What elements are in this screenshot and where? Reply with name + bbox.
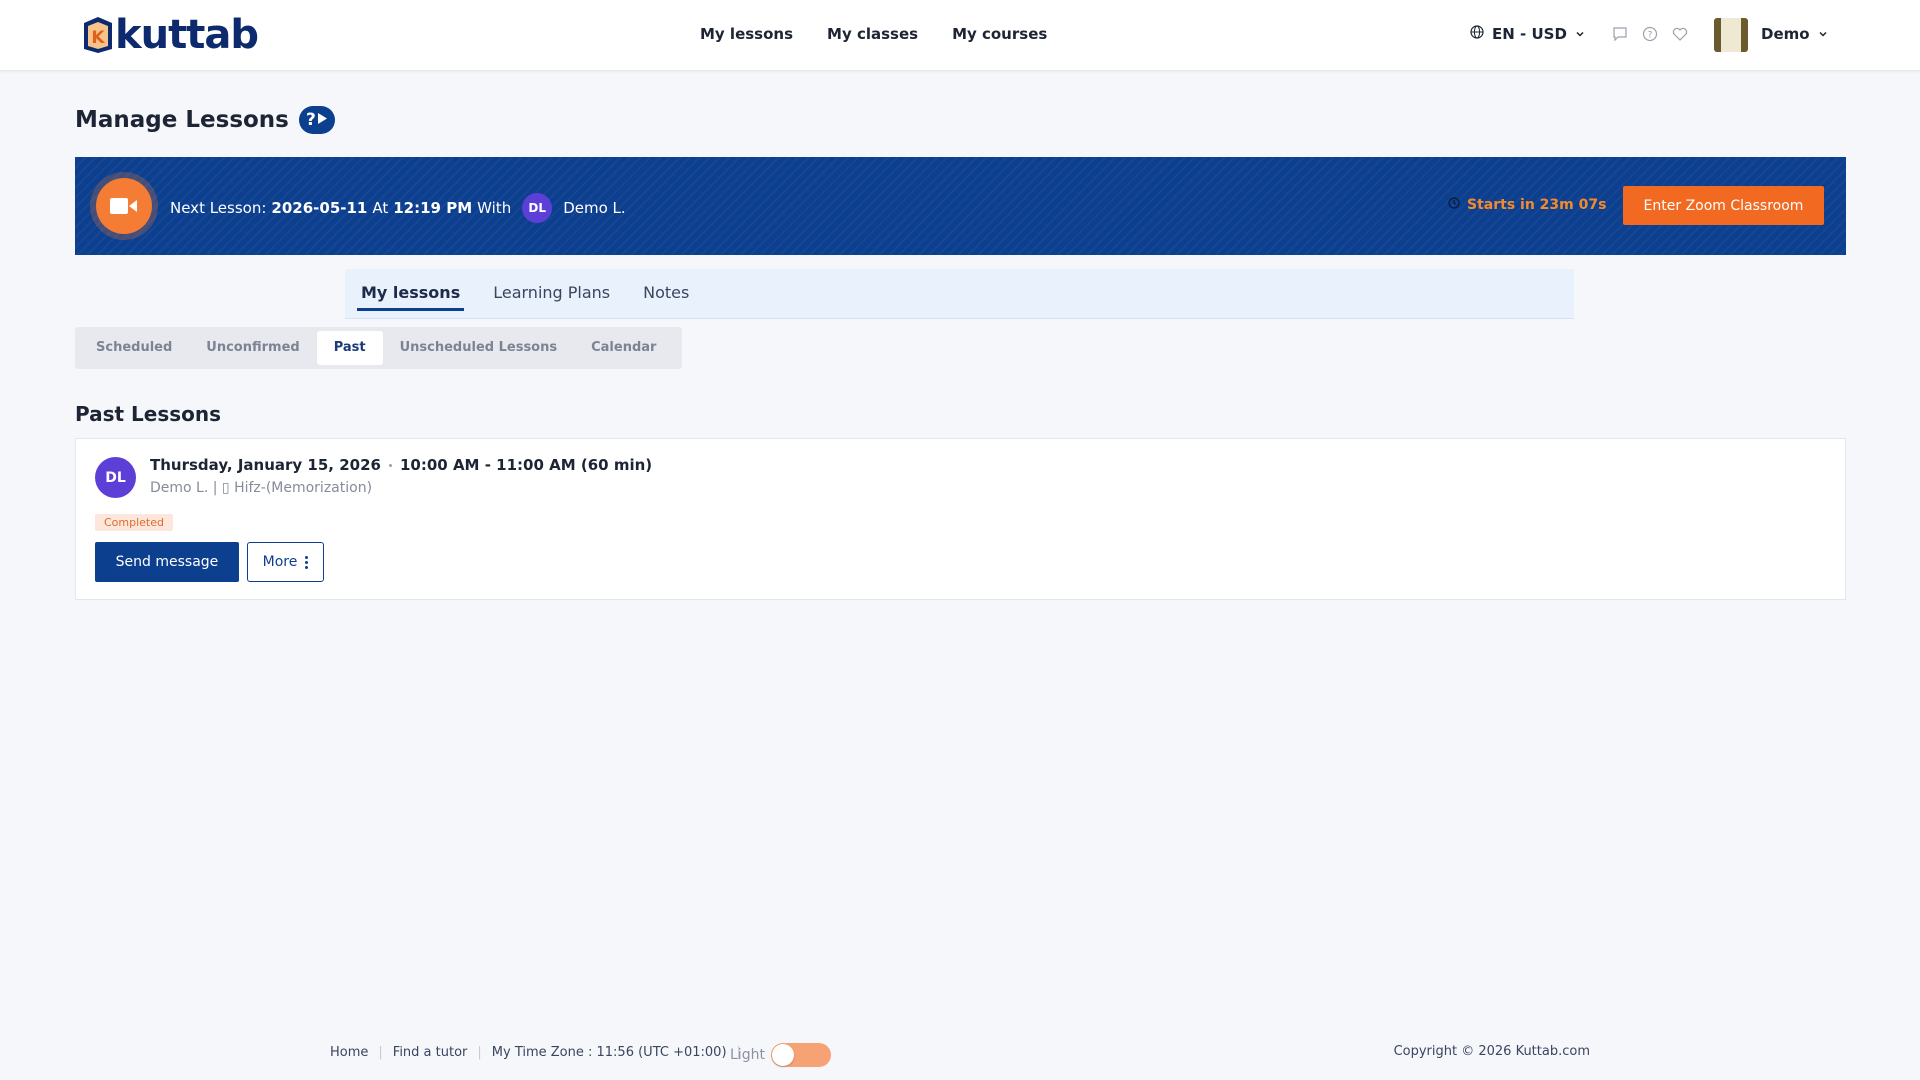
dot-separator — [388, 463, 392, 467]
lesson-subtitle: Demo L. | ▯ Hifz-(Memorization) — [150, 480, 373, 496]
tutor-avatar: DL — [522, 193, 553, 223]
subtab-unscheduled-lessons[interactable]: Unscheduled Lessons — [383, 331, 575, 365]
footer-separator: | — [477, 1045, 482, 1060]
footer-separator: | — [378, 1045, 383, 1060]
theme-switch[interactable]: Light — [730, 1043, 831, 1067]
lesson-date: Thursday, January 15, 2026 — [150, 456, 381, 474]
chevron-down-icon — [1818, 25, 1828, 43]
page-header: Manage Lessons ? — [75, 106, 335, 134]
user-name: Demo — [1761, 25, 1810, 43]
logo-text: kuttab — [115, 12, 259, 58]
nav-my-lessons[interactable]: My lessons — [700, 25, 793, 43]
tutor-avatar: DL — [95, 457, 136, 498]
kuttab-logo[interactable]: K kuttab — [78, 12, 259, 58]
user-avatar[interactable] — [1714, 18, 1748, 52]
with-label: With — [477, 199, 512, 217]
play-icon — [317, 110, 328, 130]
lesson-datetime: Thursday, January 15, 2026 10:00 AM - 11… — [150, 456, 652, 474]
subtab-calendar[interactable]: Calendar — [574, 331, 673, 365]
more-label: More — [262, 554, 298, 570]
page-title: Manage Lessons — [75, 107, 289, 133]
nav-my-classes[interactable]: My classes — [827, 25, 918, 43]
language-currency-selector[interactable]: EN - USD — [1470, 25, 1585, 43]
copyright: Copyright © 2026 Kuttab.com — [1393, 1044, 1590, 1059]
nav-my-courses[interactable]: My courses — [952, 25, 1047, 43]
status-badge: Completed — [95, 514, 173, 531]
footer: Home | Find a tutor | My Time Zone : 11:… — [330, 1042, 1590, 1067]
next-lesson-banner: Next Lesson: 2026-05-11 At 12:19 PM With… — [75, 157, 1846, 255]
chevron-down-icon — [1575, 25, 1585, 43]
enter-zoom-classroom-button[interactable]: Enter Zoom Classroom — [1623, 186, 1824, 225]
question-icon: ? — [305, 110, 316, 130]
next-lesson-date: 2026-05-11 — [271, 199, 368, 217]
footer-link-find-tutor[interactable]: Find a tutor — [393, 1045, 468, 1060]
next-lesson-info: Next Lesson: 2026-05-11 At 12:19 PM With… — [170, 193, 626, 223]
svg-text:K: K — [91, 28, 105, 48]
tab-notes[interactable]: Notes — [639, 269, 693, 311]
main-nav: My lessons My classes My courses — [700, 25, 1047, 43]
subtab-scheduled[interactable]: Scheduled — [79, 331, 189, 365]
lesson-time: 10:00 AM - 11:00 AM (60 min) — [399, 456, 653, 474]
top-navbar: K kuttab My lessons My classes My course… — [0, 0, 1920, 71]
kebab-menu-icon — [305, 555, 309, 569]
user-menu[interactable]: Demo — [1761, 25, 1828, 43]
section-title: Past Lessons — [75, 402, 222, 426]
countdown-text: Starts in 23m 07s — [1467, 197, 1607, 213]
lesson-card: DL Thursday, January 15, 2026 10:00 AM -… — [75, 438, 1846, 600]
tab-my-lessons[interactable]: My lessons — [357, 269, 465, 311]
theme-label: Light — [730, 1047, 765, 1063]
send-message-button[interactable]: Send message — [95, 542, 239, 582]
heart-icon[interactable] — [1672, 26, 1688, 42]
more-button[interactable]: More — [247, 542, 324, 582]
next-lesson-label: Next Lesson: — [170, 199, 267, 217]
video-camera-icon — [96, 178, 152, 234]
lesson-filter-tabs: Scheduled Unconfirmed Past Unscheduled L… — [75, 327, 682, 369]
footer-links: Home | Find a tutor | My Time Zone : 11:… — [330, 1045, 751, 1060]
chat-icon[interactable] — [1612, 26, 1628, 42]
countdown: Starts in 23m 07s — [1448, 197, 1606, 213]
main-tabs: My lessons Learning Plans Notes — [345, 269, 1574, 319]
help-video-button[interactable]: ? — [298, 106, 335, 134]
theme-toggle[interactable] — [770, 1043, 831, 1067]
globe-icon — [1470, 25, 1484, 43]
svg-text:?: ? — [1648, 31, 1653, 41]
timezone-text: My Time Zone : 11:56 (UTC +01:00) — [491, 1045, 727, 1060]
next-lesson-time: 12:19 PM — [393, 199, 473, 217]
header-icons: ? — [1612, 26, 1688, 42]
language-label: EN - USD — [1492, 25, 1567, 43]
subtab-unconfirmed[interactable]: Unconfirmed — [189, 331, 316, 365]
footer-link-home[interactable]: Home — [330, 1045, 368, 1060]
tutor-name: Demo L. — [563, 199, 626, 217]
clock-icon — [1448, 197, 1460, 213]
logo-k-icon: K — [78, 15, 118, 55]
help-icon[interactable]: ? — [1642, 26, 1658, 42]
tab-learning-plans[interactable]: Learning Plans — [489, 269, 614, 311]
at-label: At — [372, 199, 389, 217]
subtab-past[interactable]: Past — [316, 331, 383, 365]
